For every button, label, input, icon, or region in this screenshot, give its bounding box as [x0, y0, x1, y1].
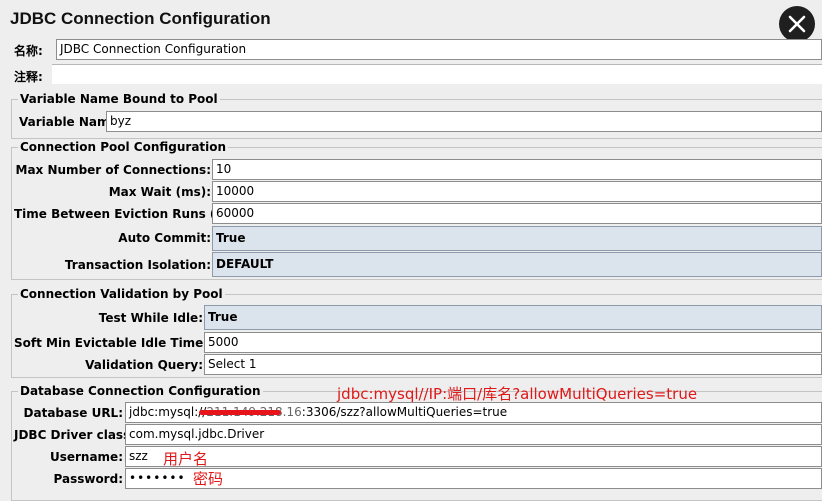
max-connections-label: Max Number of Connections:	[15, 163, 211, 177]
password-label: Password:	[53, 472, 124, 486]
variable-name-input[interactable]: byz	[106, 111, 822, 132]
url-suffix: :3306/szz?allowMultiQueries=true	[301, 405, 508, 419]
name-label: 名称:	[14, 44, 43, 58]
driver-class-input[interactable]: com.mysql.jdbc.Driver	[125, 424, 822, 445]
dialog-title: JDBC Connection Configuration	[10, 9, 271, 28]
redaction-stroke	[199, 410, 281, 415]
eviction-runs-label: Time Between Eviction Runs (ms):	[14, 207, 246, 221]
max-wait-label: Max Wait (ms):	[108, 185, 211, 199]
close-button[interactable]	[779, 6, 815, 42]
username-input[interactable]: szz	[125, 446, 822, 467]
eviction-runs-input[interactable]: 60000	[212, 203, 822, 224]
comment-input[interactable]	[52, 64, 822, 84]
validation-query-input[interactable]: Select 1	[204, 354, 822, 375]
max-connections-input[interactable]: 10	[212, 159, 822, 180]
password-input[interactable]: •••••••	[125, 468, 822, 489]
pool-group-title: Connection Pool Configuration	[18, 140, 229, 154]
validation-group-title: Connection Validation by Pool	[18, 287, 225, 301]
driver-class-label: JDBC Driver class:	[14, 428, 136, 442]
db-group-title: Database Connection Configuration	[18, 384, 263, 398]
username-label: Username:	[49, 450, 123, 464]
test-while-idle-label: Test While Idle:	[98, 311, 203, 325]
validation-query-label: Validation Query:	[85, 358, 203, 372]
auto-commit-label: Auto Commit:	[118, 231, 211, 245]
transaction-isolation-label: Transaction Isolation:	[64, 258, 211, 272]
database-url-label: Database URL:	[23, 406, 123, 420]
test-while-idle-select[interactable]: True	[204, 305, 822, 330]
url-prefix: jdbc:mysql://	[129, 405, 207, 419]
soft-min-idle-label: Soft Min Evictable Idle Time(ms):	[14, 336, 239, 350]
password-annotation: 密码	[193, 470, 224, 488]
soft-min-idle-input[interactable]: 5000	[204, 332, 822, 353]
close-icon	[788, 15, 806, 33]
comment-label: 注释:	[14, 70, 43, 84]
transaction-isolation-select[interactable]: DEFAULT	[212, 252, 822, 277]
max-wait-input[interactable]: 10000	[212, 181, 822, 202]
username-annotation: 用户名	[163, 450, 209, 468]
variable-group-title: Variable Name Bound to Pool	[18, 92, 220, 106]
url-format-annotation: jdbc:mysql//IP:端口/库名?allowMultiQueries=t…	[337, 385, 698, 403]
auto-commit-select[interactable]: True	[212, 226, 822, 251]
name-input[interactable]: JDBC Connection Configuration	[56, 39, 822, 60]
